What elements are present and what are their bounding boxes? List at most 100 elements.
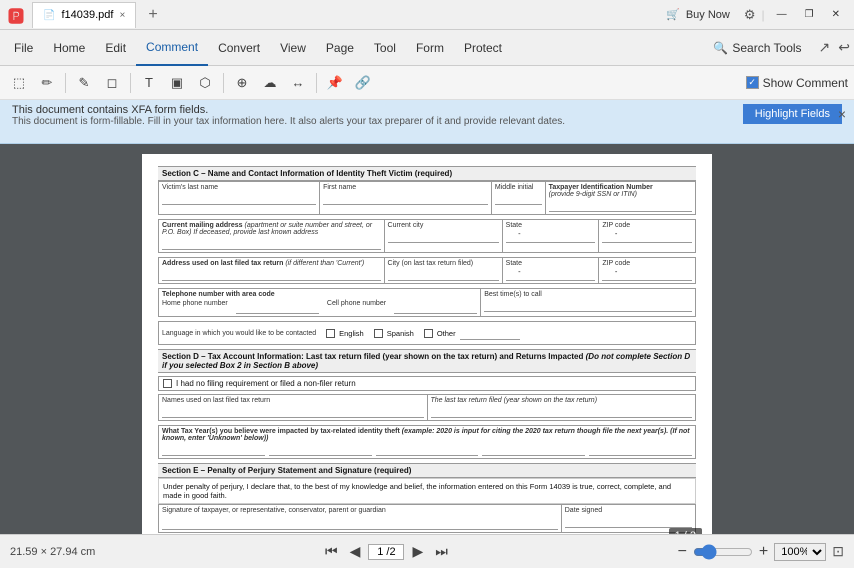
buy-now-label[interactable]: Buy Now	[686, 9, 730, 21]
add-tab-button[interactable]: +	[144, 6, 161, 24]
menu-comment[interactable]: Comment	[136, 30, 208, 66]
middle-field[interactable]	[495, 191, 542, 205]
menu-home[interactable]: Home	[43, 30, 95, 66]
toolbar-btn-5[interactable]: T	[136, 70, 162, 96]
zoom-in-button[interactable]: +	[759, 543, 768, 561]
settings-icon[interactable]: ⚙	[744, 7, 756, 23]
toolbar-btn-6[interactable]: ▣	[164, 70, 190, 96]
zoom-select[interactable]: 100% 75% 125% 150%	[774, 543, 826, 561]
toolbar-sep-2	[130, 73, 131, 93]
tax-year-4[interactable]	[482, 444, 585, 456]
toolbar-btn-9[interactable]: ☁	[257, 70, 283, 96]
state-field[interactable]: -	[506, 229, 596, 243]
filed-address-table: Address used on last filed tax return (i…	[158, 257, 696, 284]
tax-year-5[interactable]	[589, 444, 692, 456]
firstname-label: First name	[323, 184, 488, 191]
city-field[interactable]	[388, 229, 499, 243]
middle-label: Middle initial	[495, 184, 542, 191]
other-checkbox[interactable]	[424, 329, 433, 338]
menu-protect[interactable]: Protect	[454, 30, 512, 66]
last-page-button[interactable]: ⏭	[431, 541, 452, 562]
english-checkbox[interactable]	[326, 329, 335, 338]
undo-icon[interactable]: ↩	[838, 39, 850, 56]
names-field[interactable]	[162, 404, 424, 418]
menu-form[interactable]: Form	[406, 30, 454, 66]
lastname-field[interactable]	[162, 191, 316, 205]
language-label: Language in which you would like to be c…	[162, 330, 316, 337]
tab-filename: f14039.pdf	[61, 9, 113, 21]
show-comment-checkbox[interactable]: ✓	[746, 76, 759, 89]
filed-address-field[interactable]	[162, 267, 381, 281]
cell-phone-field[interactable]	[394, 300, 477, 314]
menu-tool[interactable]: Tool	[364, 30, 406, 66]
last-return-field[interactable]	[431, 404, 693, 418]
nofiling-checkbox[interactable]	[163, 379, 172, 388]
spanish-checkbox[interactable]	[374, 329, 383, 338]
signature-field[interactable]	[162, 514, 558, 530]
tax-year-3[interactable]	[376, 444, 479, 456]
nofiling-label: I had no filing requirement or filed a n…	[176, 379, 356, 388]
menu-file[interactable]: File	[4, 30, 43, 66]
zip-field[interactable]: -	[602, 229, 692, 243]
perjury-section: Under penalty of perjury, I declare that…	[158, 478, 696, 504]
minimize-button[interactable]: —	[771, 7, 793, 22]
banner-close-button[interactable]: ×	[838, 106, 846, 122]
toolbar-btn-11[interactable]: 📌	[322, 70, 348, 96]
home-phone-field[interactable]	[236, 300, 319, 314]
buy-now-link[interactable]: 🛒	[666, 8, 680, 21]
pdf-file-icon: 📄	[43, 10, 55, 21]
best-times-field[interactable]	[484, 298, 692, 312]
banner-line2: This document is form-fillable. Fill in …	[12, 116, 727, 127]
tax-years-label: What Tax Year(s) you believe were impact…	[162, 428, 692, 442]
toolbar-btn-7[interactable]: ⬡	[192, 70, 218, 96]
date-signed-field[interactable]	[565, 514, 692, 528]
firstname-field[interactable]	[323, 191, 488, 205]
menu-convert[interactable]: Convert	[208, 30, 270, 66]
fit-page-button[interactable]: ⊡	[832, 543, 844, 560]
other-label: Other	[437, 329, 456, 338]
next-page-button[interactable]: ▶	[408, 541, 427, 562]
tax-year-2[interactable]	[269, 444, 372, 456]
highlight-fields-button[interactable]: Highlight Fields	[743, 104, 842, 124]
page-input[interactable]	[368, 544, 404, 560]
menu-edit[interactable]: Edit	[95, 30, 136, 66]
tax-year-1[interactable]	[162, 444, 265, 456]
mailing-field[interactable]	[162, 236, 381, 250]
spanish-option[interactable]: Spanish	[374, 329, 414, 338]
close-button[interactable]: ✕	[826, 7, 846, 22]
address-table: Current mailing address (apartment or su…	[158, 219, 696, 253]
other-option[interactable]: Other	[424, 326, 520, 340]
toolbar-btn-3[interactable]: ✎	[71, 70, 97, 96]
restore-button[interactable]: ❐	[799, 7, 820, 22]
first-page-button[interactable]: ⏮	[321, 541, 342, 562]
toolbar-btn-2[interactable]: ✏	[34, 70, 60, 96]
zip-filed-field[interactable]: -	[602, 267, 692, 281]
prev-page-button[interactable]: ◀	[346, 541, 365, 562]
pdf-tab[interactable]: 📄 f14039.pdf ×	[32, 2, 136, 28]
menu-view[interactable]: View	[270, 30, 316, 66]
menu-page[interactable]: Page	[316, 30, 364, 66]
zoom-out-button[interactable]: −	[678, 543, 687, 561]
toolbar-btn-8[interactable]: ⊕	[229, 70, 255, 96]
search-tools-button[interactable]: 🔍 Search Tools	[704, 36, 810, 60]
tin-field[interactable]	[549, 198, 692, 212]
section-e-header: Section E – Penalty of Perjury Statement…	[158, 463, 696, 478]
toolbar-btn-4[interactable]: ◻	[99, 70, 125, 96]
share-icon[interactable]: ↗	[819, 39, 831, 56]
pdf-area[interactable]: Section C – Name and Contact Information…	[0, 144, 854, 534]
show-comment-control[interactable]: ✓ Show Comment	[746, 76, 848, 90]
language-table: Language in which you would like to be c…	[158, 321, 696, 345]
tab-close-btn[interactable]: ×	[119, 10, 125, 21]
filed-address-label: Address used on last filed tax return (i…	[162, 260, 381, 267]
toolbar-btn-10[interactable]: ↔	[285, 70, 311, 96]
toolbar-btn-1[interactable]: ⬚	[6, 70, 32, 96]
english-option[interactable]: English	[326, 329, 364, 338]
other-language-field[interactable]	[460, 326, 520, 340]
phone-table: Telephone number with area code Home pho…	[158, 288, 696, 317]
zoom-slider[interactable]	[693, 544, 753, 560]
toolbar-btn-12[interactable]: 🔗	[350, 70, 376, 96]
city-filed-field[interactable]	[388, 267, 499, 281]
section-c-header: Section C – Name and Contact Information…	[158, 166, 696, 181]
names-label: Names used on last filed tax return	[162, 397, 424, 404]
state-filed-field[interactable]: -	[506, 267, 596, 281]
